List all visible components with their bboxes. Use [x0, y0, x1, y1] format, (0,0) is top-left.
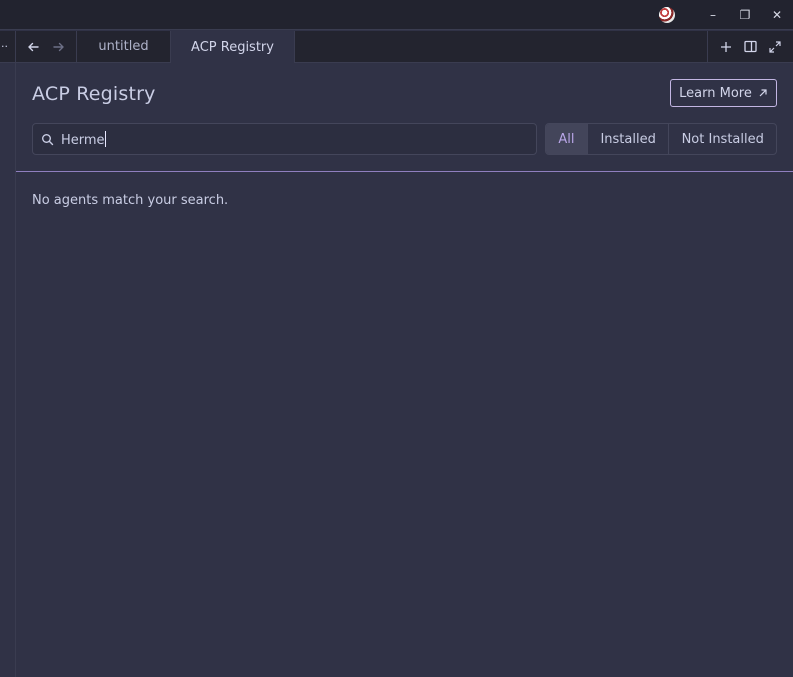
forward-button[interactable] — [46, 31, 72, 62]
tab-label: untitled — [98, 39, 149, 54]
tab-bar: ·· untitled ACP Registry — [0, 31, 793, 63]
plus-icon — [721, 41, 732, 52]
search-icon — [33, 133, 61, 146]
close-button[interactable]: ✕ — [761, 0, 793, 30]
split-pane-icon — [744, 40, 757, 53]
search-input[interactable]: Herme — [32, 123, 537, 155]
external-link-icon — [759, 89, 767, 97]
empty-state-message: No agents match your search. — [32, 193, 229, 208]
learn-more-label: Learn More — [679, 85, 752, 101]
filter-all[interactable]: All — [546, 124, 588, 154]
tab-actions — [707, 31, 793, 62]
window-controls: – ❐ ✕ — [659, 0, 793, 30]
expand-icon — [769, 40, 781, 53]
page-title: ACP Registry — [32, 83, 156, 105]
tab-acp-registry[interactable]: ACP Registry — [170, 31, 295, 63]
more-icon[interactable]: ·· — [0, 31, 16, 62]
new-tab-button[interactable] — [716, 37, 736, 57]
registry-panel: ACP Registry Learn More Herme All Instal… — [16, 63, 793, 677]
arrow-right-icon — [53, 42, 64, 51]
back-button[interactable] — [20, 31, 46, 62]
minimize-icon: – — [710, 8, 716, 22]
split-pane-button[interactable] — [740, 37, 760, 57]
filter-installed[interactable]: Installed — [588, 124, 670, 154]
expand-button[interactable] — [765, 37, 785, 57]
install-filter: All Installed Not Installed — [545, 123, 777, 155]
restore-icon: ❐ — [739, 8, 751, 22]
restore-button[interactable]: ❐ — [729, 0, 761, 30]
close-icon: ✕ — [771, 8, 783, 22]
text-caret — [104, 130, 106, 147]
arrow-left-icon — [28, 42, 39, 51]
tab-untitled[interactable]: untitled — [76, 31, 170, 62]
title-bar: – ❐ ✕ — [0, 0, 793, 30]
tab-label: ACP Registry — [191, 39, 274, 55]
user-avatar-icon[interactable] — [659, 7, 675, 23]
filter-not-installed[interactable]: Not Installed — [669, 124, 776, 154]
learn-more-button[interactable]: Learn More — [670, 79, 777, 107]
sidebar-edge — [0, 63, 16, 677]
section-divider — [16, 171, 793, 172]
search-value: Herme — [61, 130, 106, 148]
minimize-button[interactable]: – — [697, 0, 729, 30]
